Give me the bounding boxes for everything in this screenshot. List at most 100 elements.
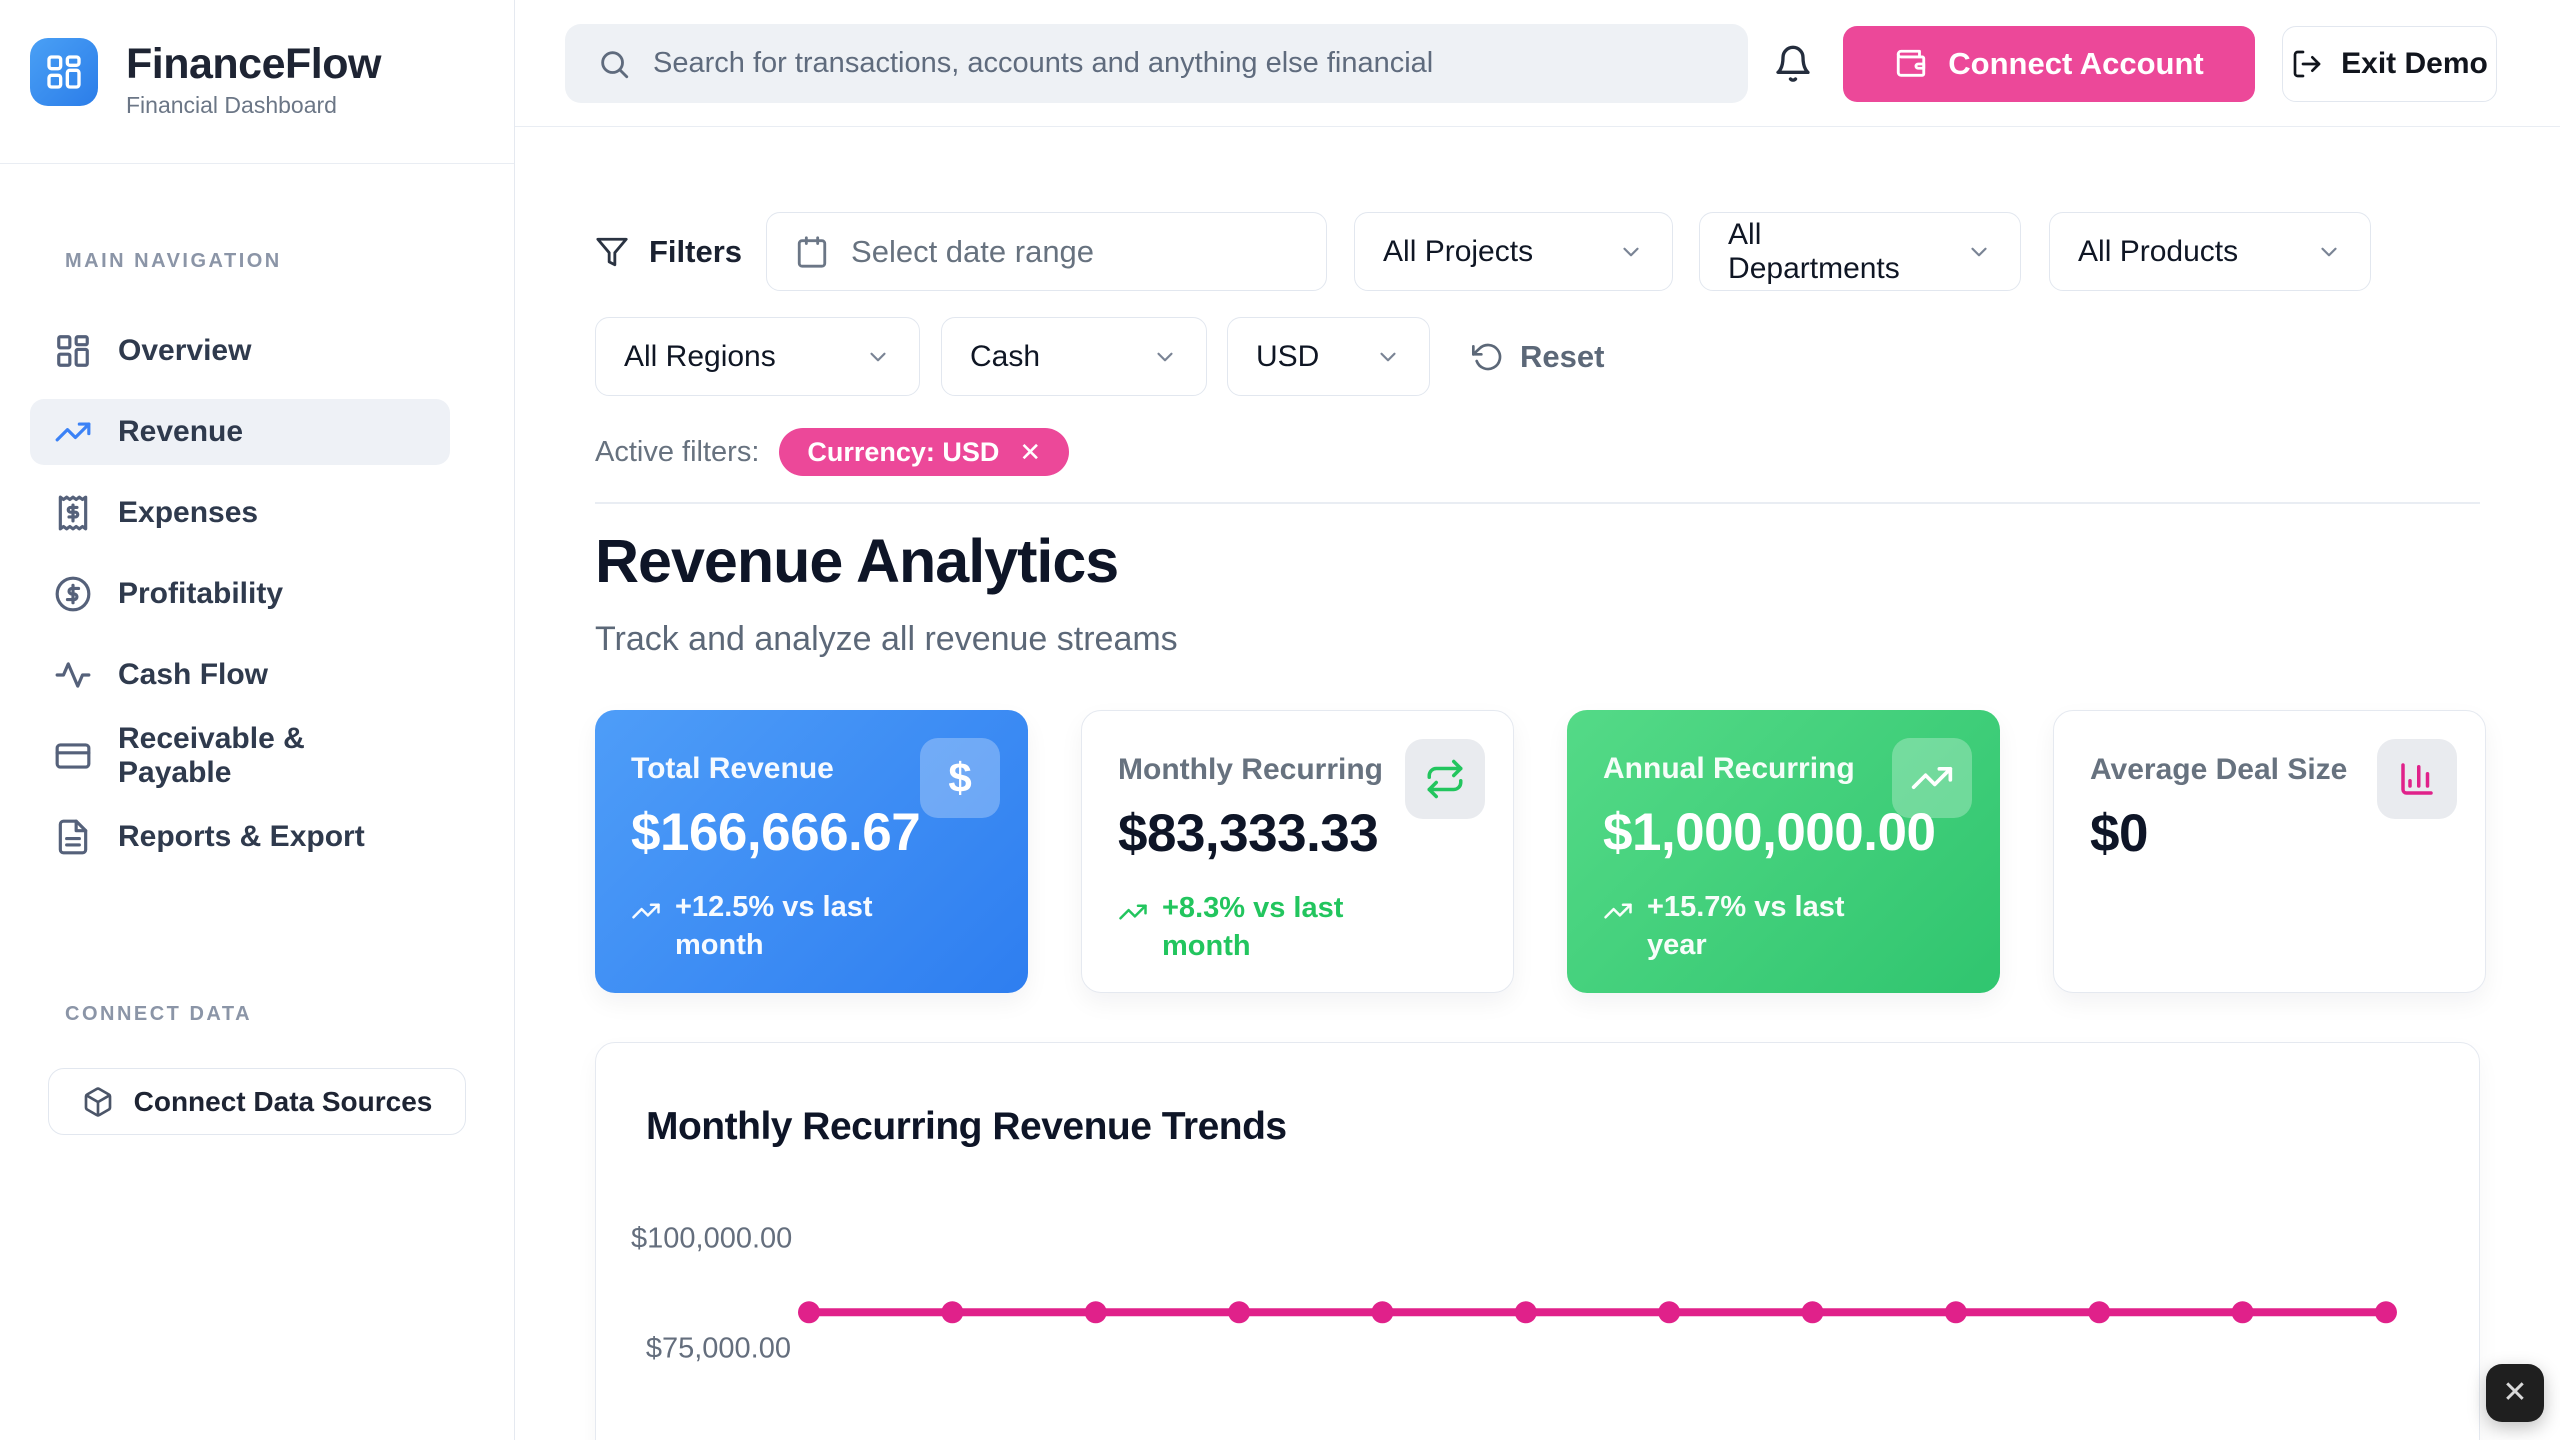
- sidebar-item-receivable-payable[interactable]: Receivable & Payable: [30, 723, 450, 789]
- metric-cards: Total Revenue $166,666.67 +12.5% vs last…: [595, 710, 2486, 993]
- chevron-down-icon: [1966, 239, 1992, 265]
- credit-card-icon: [54, 737, 92, 775]
- data-point[interactable]: [941, 1301, 963, 1323]
- currency-filter-chip[interactable]: Currency: USD ✕: [779, 428, 1069, 476]
- currency-value: USD: [1256, 340, 1319, 374]
- card-delta: +12.5% vs last month: [631, 888, 931, 964]
- filters-row-2: All Regions Cash USD: [595, 317, 1604, 396]
- chevron-down-icon: [1152, 344, 1178, 370]
- notifications-button[interactable]: [1767, 38, 1819, 90]
- top-bar: Connect Account Exit Demo: [515, 0, 2560, 127]
- average-deal-size-card: Average Deal Size $0: [2053, 710, 2486, 993]
- sidebar-item-cash-flow[interactable]: Cash Flow: [30, 642, 450, 708]
- departments-dropdown[interactable]: All Departments: [1699, 212, 2021, 291]
- sidebar-divider: [0, 163, 514, 164]
- connect-account-button[interactable]: Connect Account: [1843, 26, 2255, 102]
- activity-icon: [54, 656, 92, 694]
- sidebar-item-label: Profitability: [118, 577, 283, 611]
- total-revenue-card: Total Revenue $166,666.67 +12.5% vs last…: [595, 710, 1028, 993]
- chevron-down-icon: [865, 344, 891, 370]
- sidebar-item-profitability[interactable]: Profitability: [30, 561, 450, 627]
- data-point[interactable]: [2232, 1301, 2254, 1323]
- chevron-down-icon: [2316, 239, 2342, 265]
- connect-data-section-title: CONNECT DATA: [65, 1003, 252, 1026]
- mrr-line-chart: [596, 1043, 2481, 1440]
- dollar-circle-icon: [54, 575, 92, 613]
- products-value: All Products: [2078, 235, 2238, 269]
- close-overlay-button[interactable]: ✕: [2486, 1364, 2544, 1422]
- receipt-icon: [54, 494, 92, 532]
- card-label: Annual Recurring: [1603, 752, 1903, 786]
- exit-demo-button[interactable]: Exit Demo: [2282, 26, 2497, 102]
- box-icon: [82, 1086, 114, 1118]
- chip-label: Currency: USD: [807, 437, 999, 468]
- search-icon: [597, 47, 631, 81]
- reset-filters-button[interactable]: Reset: [1472, 339, 1604, 375]
- data-point[interactable]: [1371, 1301, 1393, 1323]
- funnel-icon: [595, 235, 629, 269]
- main-content: Filters Select date range All Projects: [515, 128, 2560, 1440]
- card-label: Monthly Recurring: [1118, 753, 1418, 787]
- projects-dropdown[interactable]: All Projects: [1354, 212, 1673, 291]
- sidebar-item-expenses[interactable]: Expenses: [30, 480, 450, 546]
- data-point[interactable]: [1085, 1301, 1107, 1323]
- app-title: FinanceFlow: [126, 38, 381, 90]
- sidebar-item-reports-export[interactable]: Reports & Export: [30, 804, 450, 870]
- data-point[interactable]: [1658, 1301, 1680, 1323]
- data-point[interactable]: [1228, 1301, 1250, 1323]
- log-out-icon: [2291, 48, 2323, 80]
- date-range-input[interactable]: Select date range: [766, 212, 1327, 291]
- sidebar-item-label: Reports & Export: [118, 820, 365, 854]
- close-icon: ✕: [2502, 1378, 2527, 1408]
- bar-chart-icon: [2377, 739, 2457, 819]
- connect-account-label: Connect Account: [1948, 46, 2203, 82]
- sidebar-item-label: Revenue: [118, 415, 243, 449]
- date-range-placeholder: Select date range: [851, 234, 1094, 270]
- sidebar-item-label: Cash Flow: [118, 658, 268, 692]
- chevron-down-icon: [1618, 239, 1644, 265]
- financeflow-dashboard: FinanceFlow Financial Dashboard MAIN NAV…: [0, 0, 2560, 1440]
- section-divider: [595, 502, 2480, 504]
- payment-method-dropdown[interactable]: Cash: [941, 317, 1207, 396]
- app-subtitle: Financial Dashboard: [126, 92, 381, 119]
- data-point[interactable]: [1802, 1301, 1824, 1323]
- global-search[interactable]: [565, 24, 1748, 103]
- app-logo: FinanceFlow Financial Dashboard: [30, 38, 381, 119]
- wallet-icon: [1894, 47, 1928, 81]
- data-point[interactable]: [2088, 1301, 2110, 1323]
- card-delta: +15.7% vs last year: [1603, 888, 1903, 964]
- chevron-down-icon: [1375, 344, 1401, 370]
- card-delta: +8.3% vs last month: [1118, 889, 1418, 965]
- regions-value: All Regions: [624, 340, 776, 374]
- page-subtitle: Track and analyze all revenue streams: [595, 620, 1178, 659]
- sidebar-item-label: Receivable & Payable: [118, 722, 426, 790]
- card-label: Total Revenue: [631, 752, 931, 786]
- regions-dropdown[interactable]: All Regions: [595, 317, 920, 396]
- monthly-recurring-card: Monthly Recurring $83,333.33 +8.3% vs la…: [1081, 710, 1514, 993]
- currency-dropdown[interactable]: USD: [1227, 317, 1430, 396]
- data-point[interactable]: [2375, 1301, 2397, 1323]
- products-dropdown[interactable]: All Products: [2049, 212, 2371, 291]
- app-logo-icon: [30, 38, 98, 106]
- main-navigation: Overview Revenue Expenses: [30, 318, 450, 870]
- sidebar-item-overview[interactable]: Overview: [30, 318, 450, 384]
- connect-data-sources-button[interactable]: Connect Data Sources: [48, 1068, 466, 1135]
- sidebar-item-revenue[interactable]: Revenue: [30, 399, 450, 465]
- active-filters-row: Active filters: Currency: USD ✕: [595, 428, 1069, 476]
- exit-demo-label: Exit Demo: [2341, 47, 2488, 81]
- file-text-icon: [54, 818, 92, 856]
- page-title: Revenue Analytics: [595, 526, 1118, 596]
- data-point[interactable]: [1515, 1301, 1537, 1323]
- repeat-icon: [1405, 739, 1485, 819]
- data-point[interactable]: [798, 1301, 820, 1323]
- data-point[interactable]: [1945, 1301, 1967, 1323]
- sidebar-item-label: Expenses: [118, 496, 258, 530]
- annual-recurring-card: Annual Recurring $1,000,000.00 +15.7% vs…: [1567, 710, 2000, 993]
- filters-row-1: Filters Select date range All Projects: [595, 212, 2371, 291]
- calendar-icon: [795, 235, 829, 269]
- projects-value: All Projects: [1383, 235, 1533, 269]
- close-icon[interactable]: ✕: [1019, 437, 1041, 468]
- search-input[interactable]: [653, 47, 1716, 80]
- rotate-ccw-icon: [1472, 341, 1504, 373]
- dollar-icon: $: [920, 738, 1000, 818]
